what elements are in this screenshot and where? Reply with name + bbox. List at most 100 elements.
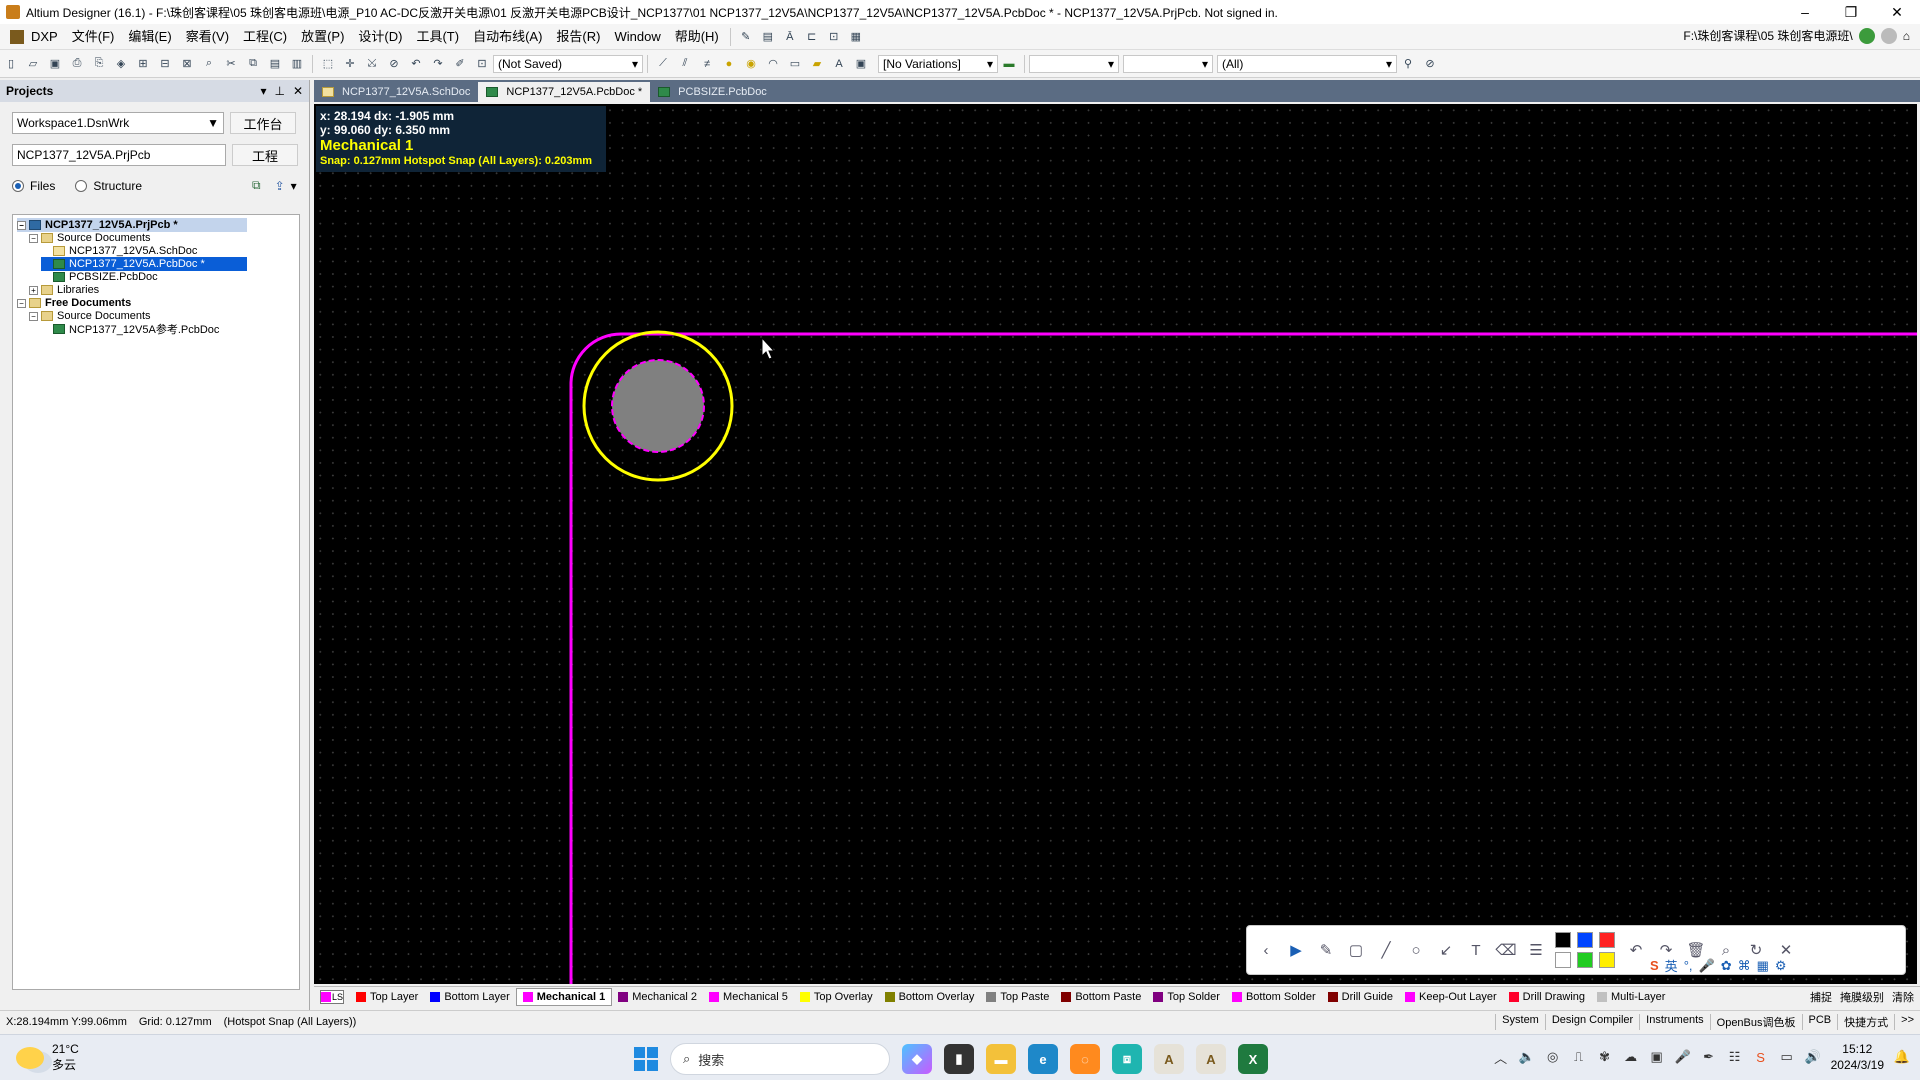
undo-icon[interactable]: ↶	[407, 55, 425, 73]
net-filter-select[interactable]: ▾	[1123, 54, 1213, 73]
tree-item[interactable]: − Free Documents	[17, 296, 131, 310]
place-track-icon[interactable]: ✎	[737, 28, 755, 46]
altium-designer-2-icon[interactable]: A	[1196, 1044, 1226, 1074]
tree-expander-icon[interactable]: −	[29, 311, 38, 321]
copilot-icon[interactable]: ◆	[902, 1044, 932, 1074]
pin-icon[interactable]: ⊥	[274, 84, 284, 98]
eraser-icon[interactable]: ⌫	[1495, 939, 1517, 961]
fill-icon[interactable]: ▭	[786, 55, 804, 73]
status-panel-button[interactable]: Instruments	[1639, 1013, 1709, 1030]
tree-expander-icon[interactable]: −	[17, 220, 26, 230]
tree-item[interactable]: + Libraries	[29, 283, 99, 297]
app-tray-icon[interactable]: ✾	[1597, 1049, 1613, 1065]
variations-select[interactable]: [No Variations] ▾	[878, 54, 998, 73]
maximize-button[interactable]: ❐	[1828, 0, 1874, 24]
chat-app-icon[interactable]: ◌	[1070, 1044, 1100, 1074]
menu-help[interactable]: 帮助(H)	[668, 25, 726, 49]
board-view-icon[interactable]: ◈	[112, 55, 130, 73]
tree-expander-icon[interactable]: −	[29, 233, 38, 243]
close-button[interactable]: ✕	[1874, 0, 1920, 24]
tree-item[interactable]: NCP1377_12V5A.SchDoc	[41, 244, 197, 258]
color-swatch[interactable]	[1555, 932, 1571, 948]
layer-tab[interactable]: Bottom Solder	[1226, 988, 1322, 1006]
security-icon[interactable]: ◎	[1545, 1049, 1561, 1065]
status-panel-button[interactable]: >>	[1894, 1013, 1920, 1030]
home-icon[interactable]: ⌂	[1903, 29, 1910, 43]
menu-design[interactable]: 设计(D)	[351, 25, 409, 49]
cut-icon[interactable]: ✂	[222, 55, 240, 73]
layer-tab[interactable]: Drill Guide	[1322, 988, 1399, 1006]
layer-tab[interactable]: Mechanical 2	[612, 988, 703, 1006]
diff-pair-icon[interactable]: ≠	[698, 55, 716, 73]
sketch-app-icon[interactable]: ⧈	[1112, 1044, 1142, 1074]
panel-close-icon[interactable]: ✕	[293, 84, 303, 98]
layer-tab[interactable]: Drill Drawing	[1503, 988, 1591, 1006]
rectangle-icon[interactable]: ▢	[1345, 939, 1367, 961]
panel-menu-icon[interactable]: ▾	[260, 84, 266, 98]
zoom-selected-icon[interactable]: ⊠	[178, 55, 196, 73]
menu-reports[interactable]: 报告(R)	[549, 25, 607, 49]
move-icon[interactable]: ✛	[341, 55, 359, 73]
layer-bar-button[interactable]: 掩膜级别	[1840, 989, 1884, 1005]
gamepad-icon[interactable]: ⌘	[1738, 958, 1751, 974]
layer-tab[interactable]: Keep-Out Layer	[1399, 988, 1503, 1006]
align-icon[interactable]: ⊏	[803, 28, 821, 46]
document-tab[interactable]: PCBSIZE.PcbDoc	[650, 82, 775, 102]
weather-widget[interactable]: 21°C 多云	[16, 1042, 79, 1073]
layer-tab[interactable]: Top Overlay	[794, 988, 879, 1006]
text-icon[interactable]: T	[1465, 939, 1487, 961]
print-preview-icon[interactable]: ⎘	[90, 55, 108, 73]
layer-tab[interactable]: Mechanical 1	[515, 987, 613, 1006]
ellipse-icon[interactable]: ○	[1405, 939, 1427, 961]
menu-dxp[interactable]: DXP	[24, 25, 65, 49]
display-icon[interactable]: ▭	[1779, 1049, 1795, 1065]
layer-tab[interactable]: Multi-Layer	[1591, 988, 1671, 1006]
redo-icon[interactable]: ↷	[429, 55, 447, 73]
files-radio[interactable]	[12, 179, 24, 192]
interactive-route-icon[interactable]: ⟋	[654, 55, 672, 73]
forward-nav-icon[interactable]	[1880, 27, 1897, 44]
nvidia-icon[interactable]: ▣	[1649, 1049, 1665, 1065]
grid-icon[interactable]: ▦	[847, 28, 865, 46]
punctuation-icon[interactable]: °,	[1684, 958, 1693, 973]
class-filter-select[interactable]: ▾	[1029, 54, 1119, 73]
paste-icon[interactable]: ▤	[266, 55, 284, 73]
mic-icon[interactable]: 🎤	[1675, 1049, 1691, 1065]
via-icon[interactable]: ◉	[742, 55, 760, 73]
variant-manager-icon[interactable]: ▬	[1000, 55, 1018, 73]
menu-file[interactable]: 文件(F)	[65, 25, 122, 49]
browse-icon[interactable]: ⊡	[473, 55, 491, 73]
color-swatch[interactable]	[1599, 932, 1615, 948]
layer-tab[interactable]: Top Layer	[350, 988, 424, 1006]
layer-bar-button[interactable]: 清除	[1892, 989, 1914, 1005]
string-icon[interactable]: A	[830, 55, 848, 73]
excel-icon[interactable]: X	[1238, 1044, 1268, 1074]
deselect-icon[interactable]: ⤩	[363, 55, 381, 73]
status-panel-button[interactable]: 快捷方式	[1837, 1013, 1894, 1030]
toolbox-icon[interactable]: ▦	[1757, 958, 1769, 974]
sogou-icon[interactable]: S	[1650, 958, 1659, 973]
usb-icon[interactable]: ⎍	[1571, 1049, 1587, 1065]
line-width-icon[interactable]: ☰	[1525, 939, 1547, 961]
tree-item[interactable]: − Source Documents	[29, 231, 151, 245]
sogou-tray-icon[interactable]: S	[1753, 1049, 1769, 1065]
minimize-button[interactable]: –	[1782, 0, 1828, 24]
pointer-icon[interactable]: ▶	[1285, 939, 1307, 961]
undo-icon[interactable]: ↶	[1625, 939, 1647, 961]
pen-icon[interactable]: ✎	[1315, 939, 1337, 961]
layer-bar-button[interactable]: 捕捉	[1810, 989, 1832, 1005]
notification-icon[interactable]: 🔔	[1894, 1049, 1910, 1065]
tree-item[interactable]: PCBSIZE.PcbDoc	[41, 270, 158, 284]
scope-filter-select[interactable]: (All) ▾	[1217, 54, 1397, 73]
speaker-icon[interactable]: 🔈	[1519, 1049, 1535, 1065]
multi-route-icon[interactable]: ⫽	[676, 55, 694, 73]
line-icon[interactable]: ╱	[1375, 939, 1397, 961]
color-swatch[interactable]	[1555, 952, 1571, 968]
network-icon[interactable]: ☷	[1727, 1049, 1743, 1065]
structure-radio[interactable]	[75, 179, 88, 192]
tree-expander-icon[interactable]: −	[17, 298, 26, 308]
menu-place[interactable]: 放置(P)	[294, 25, 351, 49]
pcb-canvas[interactable]: x: 28.194 dx: -1.905 mm y: 99.060 dy: 6.…	[314, 104, 1917, 984]
document-tab[interactable]: NCP1377_12V5A.SchDoc	[314, 82, 478, 102]
chevron-down-icon[interactable]: ▾	[291, 179, 297, 193]
